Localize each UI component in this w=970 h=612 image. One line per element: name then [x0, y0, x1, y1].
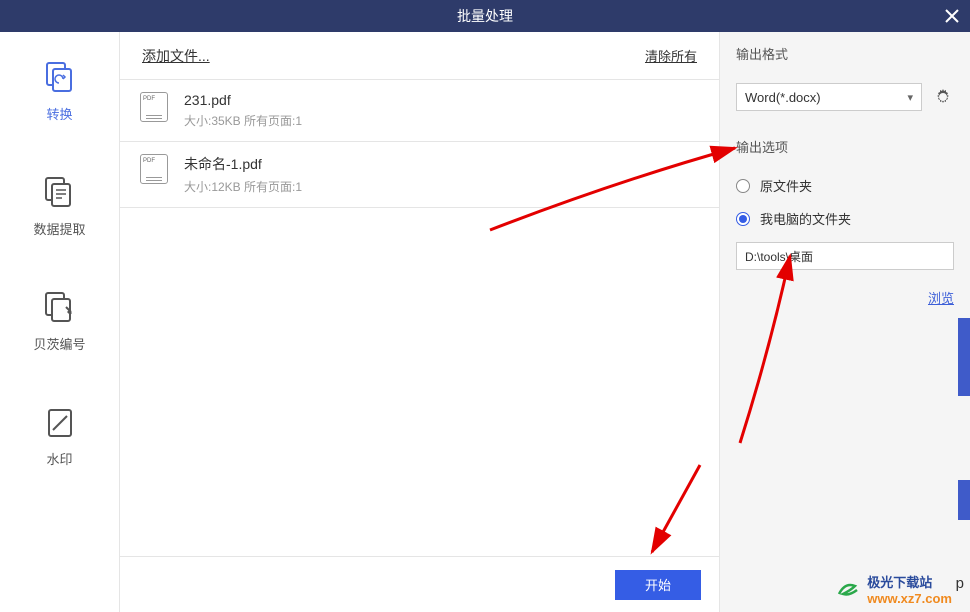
sidebar-label: 水印 [46, 449, 72, 468]
start-button[interactable]: 开始 [615, 570, 701, 600]
file-panel: 添加文件... 清除所有 231.pdf 大小:35KB 所有页面:1 未命名-… [120, 32, 720, 612]
file-meta: 大小:35KB 所有页面:1 [184, 112, 699, 129]
output-options-header: 输出选项 [720, 125, 970, 168]
main-area: 转换 数据提取 贝茨编号 水印 添加文件... 清除所有 [0, 32, 970, 612]
pdf-file-icon [140, 154, 168, 184]
settings-button[interactable] [932, 86, 954, 108]
sidebar-label: 贝茨编号 [33, 334, 85, 353]
format-select[interactable]: Word(*.docx) [736, 83, 922, 111]
browse-link[interactable]: 浏览 [720, 278, 970, 307]
convert-icon [42, 60, 78, 96]
radio-icon [736, 212, 750, 226]
sidebar-item-extract[interactable]: 数据提取 [33, 175, 85, 238]
sidebar-label: 数据提取 [33, 219, 85, 238]
bates-icon [41, 290, 77, 326]
format-selected-value: Word(*.docx) [745, 90, 821, 105]
close-icon [945, 9, 959, 23]
file-meta: 大小:12KB 所有页面:1 [184, 178, 699, 195]
file-header: 添加文件... 清除所有 [120, 32, 719, 80]
window-title: 批量处理 [457, 6, 513, 26]
file-item[interactable]: 未命名-1.pdf 大小:12KB 所有页面:1 [120, 142, 719, 208]
clear-all-link[interactable]: 清除所有 [645, 46, 697, 65]
file-info: 未命名-1.pdf 大小:12KB 所有页面:1 [184, 154, 699, 195]
sidebar-label: 转换 [46, 104, 72, 123]
right-edge-bar [958, 480, 970, 520]
watermark-url: www.xz7.com [867, 591, 952, 606]
radio-my-folder[interactable]: 我电脑的文件夹 [736, 209, 954, 228]
radio-label: 原文件夹 [760, 176, 812, 195]
watermark-site-name: 极光下载站 [867, 572, 952, 591]
file-footer: 开始 [120, 556, 719, 612]
sidebar-item-watermark[interactable]: 水印 [42, 405, 78, 468]
file-info: 231.pdf 大小:35KB 所有页面:1 [184, 92, 699, 129]
watermark-icon [42, 405, 78, 441]
output-format-header: 输出格式 [720, 32, 970, 75]
folder-path-input[interactable] [736, 242, 954, 270]
overlay-letter: p [956, 575, 964, 592]
title-bar: 批量处理 [0, 0, 970, 32]
radio-icon [736, 179, 750, 193]
close-button[interactable] [942, 6, 962, 26]
file-item[interactable]: 231.pdf 大小:35KB 所有页面:1 [120, 80, 719, 142]
extract-icon [41, 175, 77, 211]
radio-original-folder[interactable]: 原文件夹 [736, 176, 954, 195]
format-row: Word(*.docx) [720, 75, 970, 125]
pdf-file-icon [140, 92, 168, 122]
sidebar-item-bates[interactable]: 贝茨编号 [33, 290, 85, 353]
sidebar: 转换 数据提取 贝茨编号 水印 [0, 32, 120, 612]
sidebar-item-convert[interactable]: 转换 [42, 60, 78, 123]
watermark: 极光下载站 www.xz7.com [837, 572, 952, 606]
gear-icon [933, 87, 953, 107]
file-name: 231.pdf [184, 92, 699, 108]
file-list: 231.pdf 大小:35KB 所有页面:1 未命名-1.pdf 大小:12KB… [120, 80, 719, 556]
watermark-logo-icon [837, 580, 861, 598]
radio-label: 我电脑的文件夹 [760, 209, 851, 228]
right-edge-bar [958, 318, 970, 396]
right-panel: 输出格式 Word(*.docx) 输出选项 原文件夹 我电脑的文件夹 浏览 [720, 32, 970, 612]
add-file-link[interactable]: 添加文件... [142, 46, 210, 66]
file-name: 未命名-1.pdf [184, 154, 699, 174]
radio-group: 原文件夹 我电脑的文件夹 [720, 168, 970, 278]
